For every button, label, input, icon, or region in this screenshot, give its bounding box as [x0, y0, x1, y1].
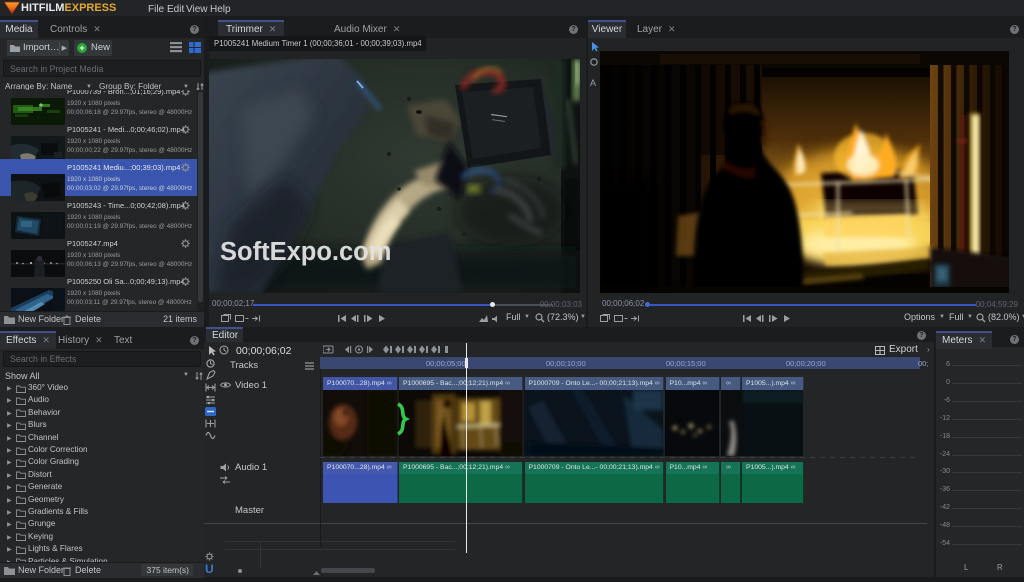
svg-text:A: A [590, 78, 596, 88]
svg-text:U: U [205, 562, 214, 576]
svg-text:SoftExpo.com: SoftExpo.com [220, 238, 391, 266]
